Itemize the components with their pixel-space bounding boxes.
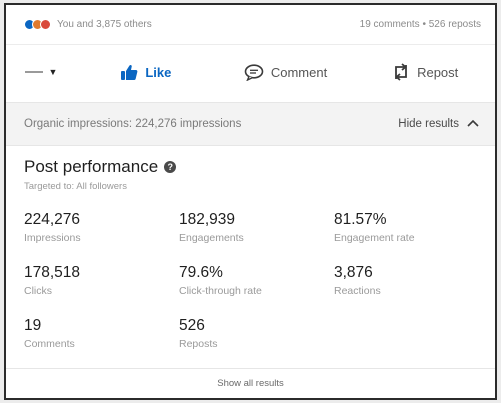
metric-engagements: 182,939 Engagements xyxy=(179,210,334,251)
metric-label: Reposts xyxy=(179,338,218,350)
post-performance-heading: Post performance ? xyxy=(24,157,177,177)
metrics-grid: 224,276 Impressions 182,939 Engagements … xyxy=(24,210,484,357)
social-counts-row: You and 3,875 others 19 comments • 526 r… xyxy=(6,5,495,45)
reactors-text[interactable]: You and 3,875 others xyxy=(57,19,152,30)
reactions-summary[interactable]: You and 3,875 others xyxy=(24,19,152,30)
metric-value: 182,939 xyxy=(179,211,236,228)
reaction-icons xyxy=(24,19,51,30)
metric-label: Engagement rate xyxy=(334,232,415,244)
page-title: Post performance xyxy=(24,157,159,176)
metric-comments: 19 Comments xyxy=(24,316,179,357)
post-analytics-card: You and 3,875 others 19 comments • 526 r… xyxy=(4,3,497,400)
targeting-subtitle: Targeted to: All followers xyxy=(24,181,127,192)
comment-button[interactable]: Comment xyxy=(216,63,356,81)
metric-value: 178,518 xyxy=(24,264,81,281)
love-reaction-icon xyxy=(40,19,51,30)
metric-value: 19 xyxy=(24,317,42,334)
reaction-selector[interactable]: ▼ xyxy=(6,67,76,77)
like-label: Like xyxy=(145,64,172,80)
chevron-down-icon: ▼ xyxy=(48,67,58,77)
metric-click-through-rate: 79.6% Click-through rate xyxy=(179,263,334,304)
repost-icon xyxy=(392,62,410,82)
help-icon[interactable]: ? xyxy=(164,161,177,173)
metric-value: 224,276 xyxy=(24,211,81,228)
metric-reactions: 3,876 Reactions xyxy=(334,263,484,304)
repost-label: Repost xyxy=(417,64,459,80)
metric-label: Reactions xyxy=(334,285,381,297)
metric-clicks: 178,518 Clicks xyxy=(24,263,179,304)
metric-label: Click-through rate xyxy=(179,285,262,297)
hide-results-label: Hide results xyxy=(398,118,459,130)
metric-value: 526 xyxy=(179,317,205,334)
comment-label: Comment xyxy=(270,64,328,80)
metric-value: 81.57% xyxy=(334,211,387,228)
metric-value: 3,876 xyxy=(334,264,373,281)
comment-icon xyxy=(244,63,264,81)
chevron-up-icon xyxy=(467,118,479,130)
metric-impressions: 224,276 Impressions xyxy=(24,210,179,251)
repost-button[interactable]: Repost xyxy=(355,62,495,82)
organic-impressions-text: Organic impressions: 224,276 impressions xyxy=(24,118,242,130)
metric-label: Engagements xyxy=(179,232,244,244)
metric-engagement-rate: 81.57% Engagement rate xyxy=(334,210,484,251)
action-bar: ▼ Like Comment Repost xyxy=(6,51,495,93)
metric-label: Clicks xyxy=(24,285,52,297)
thumbs-up-icon xyxy=(120,64,138,81)
show-all-results-label: Show all results xyxy=(217,378,284,389)
like-button[interactable]: Like xyxy=(76,64,216,81)
hide-results-button[interactable]: Hide results xyxy=(398,118,479,130)
show-all-results-button[interactable]: Show all results xyxy=(6,368,495,398)
metric-value: 79.6% xyxy=(179,264,223,281)
comments-reposts-count[interactable]: 19 comments • 526 reposts xyxy=(360,19,481,30)
organic-impressions-bar: Organic impressions: 224,276 impressions… xyxy=(6,102,495,146)
metric-reposts: 526 Reposts xyxy=(179,316,334,357)
reaction-selector-icon xyxy=(24,71,43,73)
metric-label: Impressions xyxy=(24,232,81,244)
metric-label: Comments xyxy=(24,338,75,350)
